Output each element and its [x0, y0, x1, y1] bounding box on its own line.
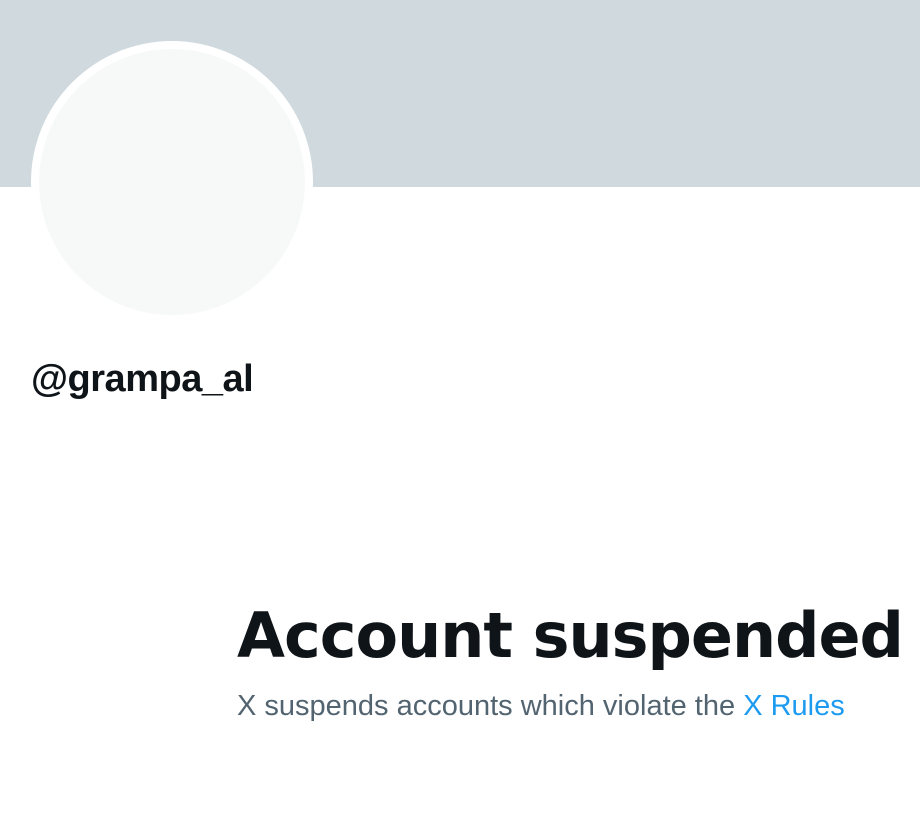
suspension-description-text: X suspends accounts which violate the	[237, 690, 736, 722]
x-rules-link[interactable]: X Rules	[743, 690, 845, 722]
profile-page: @grampa_al Account suspended X suspends …	[0, 0, 920, 822]
suspension-description: X suspends accounts which violate the X …	[237, 688, 897, 724]
suspension-notice: Account suspended X suspends accounts wh…	[237, 598, 904, 724]
profile-handle: @grampa_al	[31, 358, 254, 400]
avatar	[31, 41, 313, 323]
avatar-placeholder	[39, 49, 305, 315]
suspension-title: Account suspended	[237, 599, 904, 672]
